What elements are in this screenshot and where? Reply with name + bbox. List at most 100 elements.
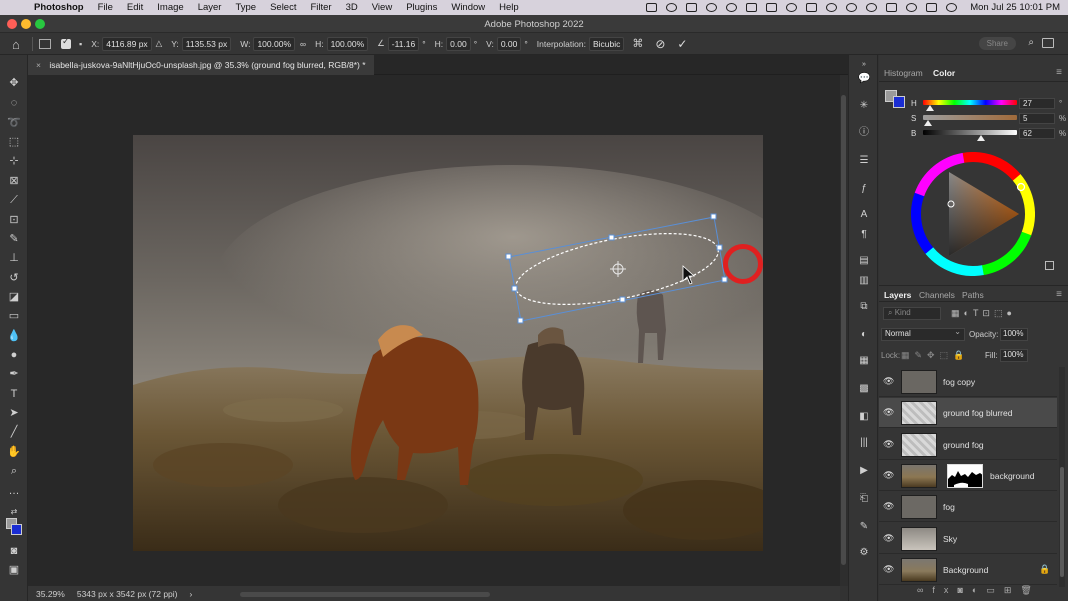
brightness-slider-track[interactable]: [923, 130, 1017, 135]
hue-value-field[interactable]: 27: [1019, 98, 1055, 109]
tab-channels[interactable]: Channels: [919, 290, 955, 300]
layer-thumbnail[interactable]: [901, 370, 937, 394]
color-panel-expand-icon[interactable]: [1045, 261, 1054, 270]
menu-image[interactable]: Image: [157, 2, 183, 13]
channels-strip-icon[interactable]: |||: [858, 437, 870, 449]
reference-point-icon[interactable]: ▪: [79, 39, 82, 49]
blend-mode-select[interactable]: Normal: [881, 327, 965, 341]
brushes-icon[interactable]: ▤: [858, 255, 870, 267]
actions-icon[interactable]: ƒ: [858, 183, 870, 195]
menu-window[interactable]: Window: [451, 2, 485, 13]
swatches-icon[interactable]: ▦: [858, 355, 870, 367]
layer-visibility-eye-icon[interactable]: 👁: [883, 407, 894, 417]
move-tool-icon[interactable]: ✥: [7, 77, 21, 90]
menu-file[interactable]: File: [98, 2, 113, 13]
layer-row[interactable]: 👁 Background 🔒: [879, 554, 1057, 585]
google-drive-icon[interactable]: [726, 3, 738, 12]
color-wheel[interactable]: [911, 152, 1035, 276]
navigator-icon[interactable]: ✳: [858, 100, 870, 112]
more-tools-icon[interactable]: …: [7, 485, 21, 498]
y-position-field[interactable]: 1135.53 px: [181, 36, 232, 51]
gradients-icon[interactable]: ◧: [858, 411, 870, 423]
layer-row[interactable]: 👁 Sky: [879, 523, 1057, 554]
shortcuts-icon[interactable]: [806, 3, 818, 12]
spotlight-search-icon[interactable]: [906, 3, 918, 12]
character-icon[interactable]: A: [858, 209, 870, 221]
layer-visibility-eye-icon[interactable]: 👁: [883, 470, 894, 480]
control-center-icon[interactable]: [926, 3, 938, 12]
swap-colors-icon[interactable]: ⇄: [7, 505, 21, 518]
creative-cloud-icon[interactable]: [666, 3, 678, 12]
interpolation-select[interactable]: Bicubic: [588, 36, 625, 51]
color-panel-background-swatch[interactable]: [893, 96, 905, 108]
home-icon[interactable]: ⌂: [12, 37, 26, 52]
globe-icon[interactable]: [706, 3, 718, 12]
lasso-tool-icon[interactable]: ➰: [7, 117, 21, 130]
timeline-play-icon[interactable]: ▶: [858, 465, 870, 477]
x-position-field[interactable]: 4116.89 px: [102, 36, 152, 51]
height-field[interactable]: 100.00%: [326, 36, 369, 51]
menu-help[interactable]: Help: [499, 2, 519, 13]
layer-thumbnail[interactable]: [901, 495, 937, 520]
notes-icon[interactable]: ▥: [858, 275, 870, 287]
crop-tool-icon[interactable]: ⊹: [7, 155, 21, 168]
share-button[interactable]: Share: [978, 37, 1016, 50]
marquee-tool-icon[interactable]: ◌: [7, 97, 21, 110]
history-icon[interactable]: ⎗: [858, 493, 870, 505]
document-canvas-image[interactable]: [133, 135, 763, 551]
reference-point-checkbox[interactable]: [61, 36, 71, 49]
libraries-icon[interactable]: ⧉: [858, 301, 870, 313]
add-mask-icon[interactable]: ◙: [957, 585, 971, 595]
search-icon[interactable]: ⌕: [1028, 37, 1034, 48]
menu-view[interactable]: View: [372, 2, 392, 13]
hand-tool-icon[interactable]: ✋: [7, 446, 21, 459]
tab-histogram[interactable]: Histogram: [884, 68, 923, 78]
layer-thumbnail[interactable]: [901, 557, 937, 582]
properties-icon[interactable]: ☰: [858, 155, 870, 167]
new-layer-icon[interactable]: ⊞: [1004, 585, 1021, 595]
layer-name[interactable]: ground fog blurred: [943, 408, 1012, 418]
layer-row[interactable]: 👁 fog copy: [879, 367, 1057, 397]
layer-name[interactable]: Background: [943, 565, 988, 575]
patterns-icon[interactable]: ▩: [858, 383, 870, 395]
close-document-icon[interactable]: ×: [36, 60, 41, 70]
workspace-icon[interactable]: [1042, 38, 1054, 48]
eyedropper-tool-icon[interactable]: ⟋: [7, 194, 21, 207]
layer-name[interactable]: fog: [943, 502, 955, 512]
tool-presets-icon[interactable]: ⚙: [858, 547, 870, 559]
dropbox-icon[interactable]: [686, 3, 698, 12]
layer-visibility-eye-icon[interactable]: 👁: [883, 501, 894, 511]
document-tab[interactable]: × isabella-juskova-9aNltHjuOc0-unsplash.…: [28, 55, 374, 75]
lock-options-icons[interactable]: ▦✎✥⬚🔒: [901, 350, 969, 361]
new-group-icon[interactable]: ▭: [986, 585, 1004, 595]
layers-panel-menu-icon[interactable]: ≡: [1056, 289, 1062, 300]
path-selection-tool-icon[interactable]: ➤: [7, 407, 21, 420]
menu-app-name[interactable]: Photoshop: [34, 2, 84, 13]
layer-filter-kind-select[interactable]: ⌕ Kind: [883, 307, 941, 320]
zoom-level[interactable]: 35.29%: [36, 589, 65, 599]
bookmark-icon[interactable]: [766, 3, 778, 12]
layer-row[interactable]: 👁 ground fog: [879, 429, 1057, 460]
layer-filter-icons[interactable]: ▦◐T⊡⬚●: [951, 308, 1016, 319]
saturation-slider-track[interactable]: [923, 115, 1017, 120]
link-layers-icon[interactable]: ∞: [917, 585, 932, 595]
menu-filter[interactable]: Filter: [310, 2, 331, 13]
layer-thumbnail[interactable]: [901, 463, 937, 488]
screen-mode-icon[interactable]: ▣: [7, 564, 21, 577]
hue-slider-track[interactable]: [923, 100, 1017, 105]
blur-tool-icon[interactable]: 💧: [7, 330, 21, 343]
layer-mask-thumbnail[interactable]: [947, 463, 983, 488]
canvas-horizontal-scrollbar[interactable]: [240, 592, 490, 597]
cancel-transform-icon[interactable]: ⊘: [655, 37, 665, 51]
link-aspect-icon[interactable]: ∞: [300, 39, 306, 49]
tab-layers[interactable]: Layers: [884, 290, 911, 300]
commit-transform-icon[interactable]: ✓: [677, 37, 687, 51]
menu-layer[interactable]: Layer: [198, 2, 222, 13]
siri-icon[interactable]: [946, 3, 958, 12]
layer-row[interactable]: 👁 fog: [879, 492, 1057, 523]
dodge-tool-icon[interactable]: ●: [7, 349, 21, 362]
info-icon[interactable]: ⓘ: [858, 127, 870, 139]
menu-plugins[interactable]: Plugins: [406, 2, 437, 13]
menu-select[interactable]: Select: [270, 2, 296, 13]
line-tool-icon[interactable]: ╱: [7, 426, 21, 439]
